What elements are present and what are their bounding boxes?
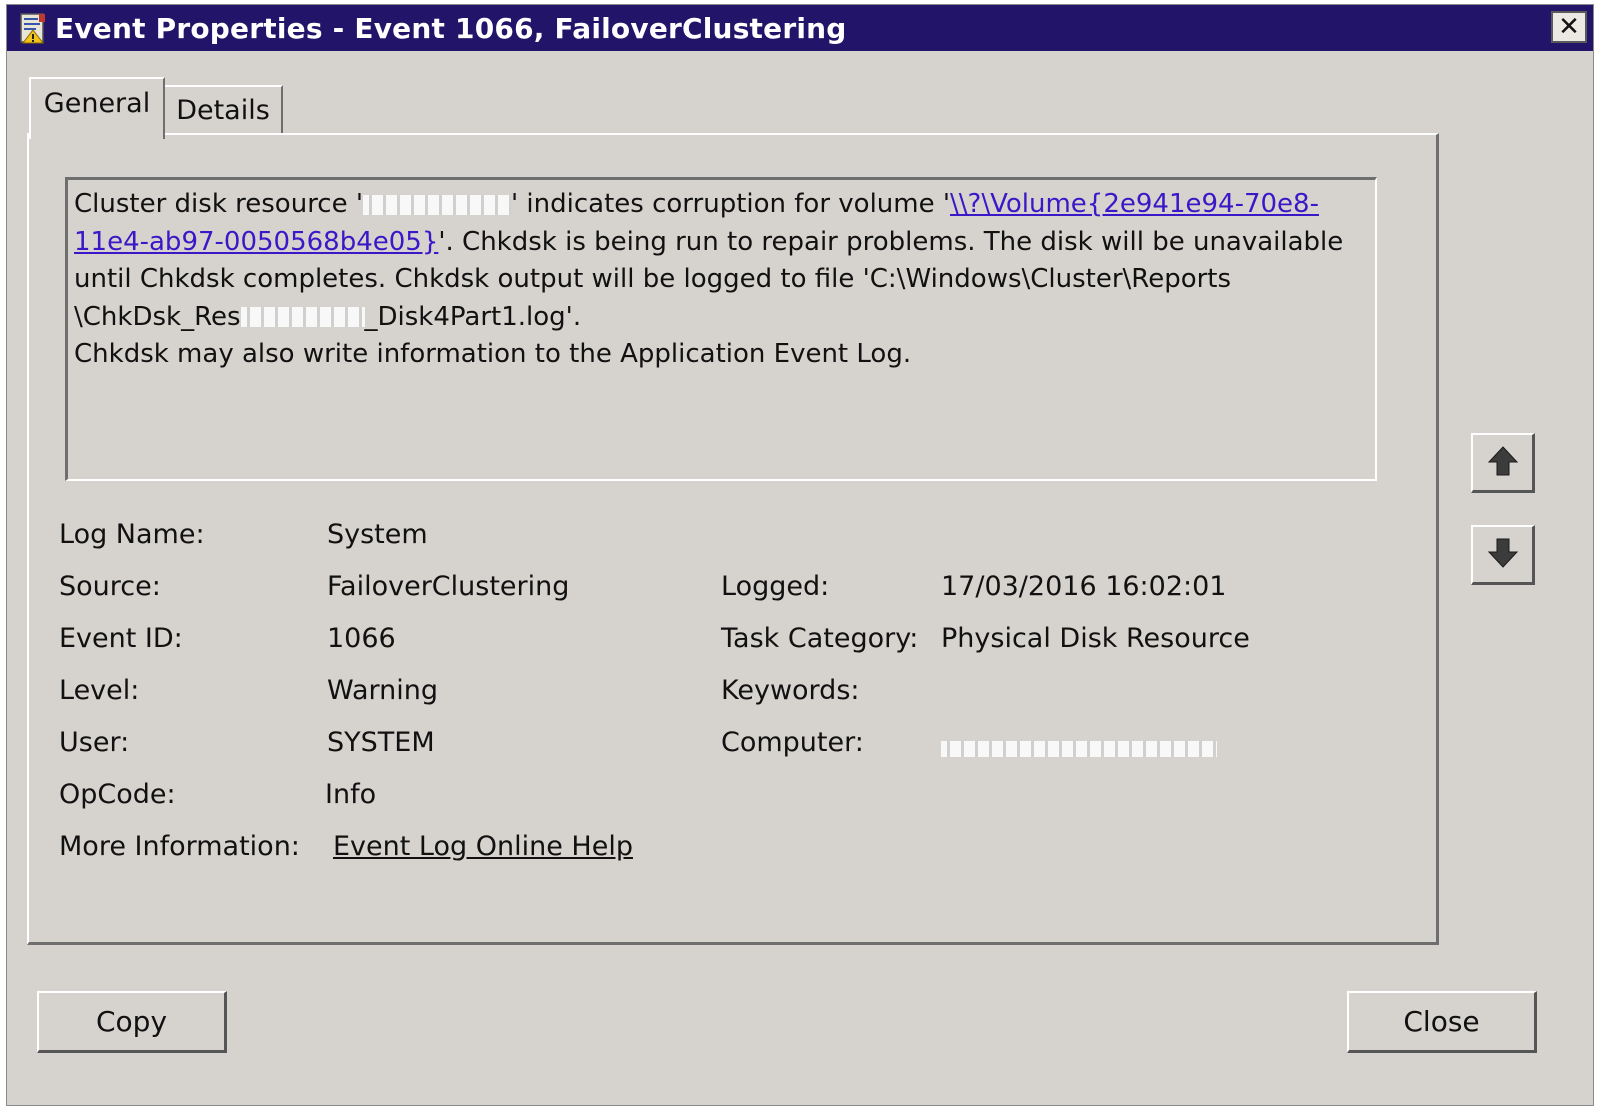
more-information-label: More Information: — [59, 831, 300, 862]
general-tab-panel: Cluster disk resource ' ' indicates corru… — [27, 133, 1439, 945]
source-value: FailoverClustering — [327, 571, 570, 602]
log-name-label: Log Name: — [59, 519, 205, 550]
logged-value: 17/03/2016 16:02:01 — [941, 571, 1227, 602]
source-label: Source: — [59, 571, 161, 602]
next-event-button[interactable] — [1471, 525, 1535, 585]
message-text: Cluster disk resource ' — [74, 189, 364, 219]
level-label: Level: — [59, 675, 140, 706]
task-category-value: Physical Disk Resource — [941, 623, 1250, 654]
event-log-online-help-link[interactable]: Event Log Online Help — [333, 831, 633, 862]
opcode-label: OpCode: — [59, 779, 176, 810]
event-description-box[interactable]: Cluster disk resource ' ' indicates corru… — [65, 177, 1377, 481]
message-text: ' indicates corruption for volume ' — [511, 189, 951, 219]
keywords-label: Keywords: — [721, 675, 860, 706]
tab-details[interactable]: Details — [165, 85, 283, 135]
user-value: SYSTEM — [327, 727, 435, 758]
previous-event-button[interactable] — [1471, 433, 1535, 493]
redacted-computer-name — [941, 741, 1217, 757]
event-properties-icon — [19, 12, 47, 44]
volume-link-continued[interactable]: 11e4-ab97-0050568b4e05} — [74, 227, 438, 257]
message-text: \ChkDsk_Res — [74, 301, 241, 332]
log-name-value: System — [327, 519, 428, 550]
level-value: Warning — [327, 675, 439, 706]
arrow-down-icon — [1486, 536, 1520, 574]
redacted-resource-name — [363, 194, 512, 215]
arrow-up-icon — [1486, 444, 1520, 482]
logged-label: Logged: — [721, 571, 830, 602]
copy-button[interactable]: Copy — [37, 991, 227, 1053]
close-icon[interactable]: ✕ — [1551, 11, 1587, 43]
task-category-label: Task Category: — [721, 623, 919, 654]
message-text: _Disk4Part1.log'. — [364, 301, 582, 332]
event-id-value: 1066 — [327, 623, 396, 654]
opcode-value: Info — [325, 779, 377, 810]
event-properties-dialog: Event Properties - Event 1066, FailoverC… — [6, 4, 1594, 1106]
close-button[interactable]: Close — [1347, 991, 1537, 1053]
redacted-resource-name — [240, 307, 365, 327]
tab-general[interactable]: General — [29, 77, 165, 139]
message-text: '. Chkdsk is being run to repair problem… — [438, 226, 1344, 257]
title-bar[interactable]: Event Properties - Event 1066, FailoverC… — [7, 5, 1593, 51]
user-label: User: — [59, 727, 130, 758]
computer-label: Computer: — [721, 727, 864, 758]
message-text: Chkdsk may also write information to the… — [74, 339, 912, 369]
event-id-label: Event ID: — [59, 623, 183, 654]
window-title: Event Properties - Event 1066, FailoverC… — [55, 11, 847, 45]
message-text: until Chkdsk completes. Chkdsk output wi… — [74, 264, 1232, 294]
volume-link[interactable]: \\?\Volume{2e941e94-70e8- — [950, 189, 1319, 219]
